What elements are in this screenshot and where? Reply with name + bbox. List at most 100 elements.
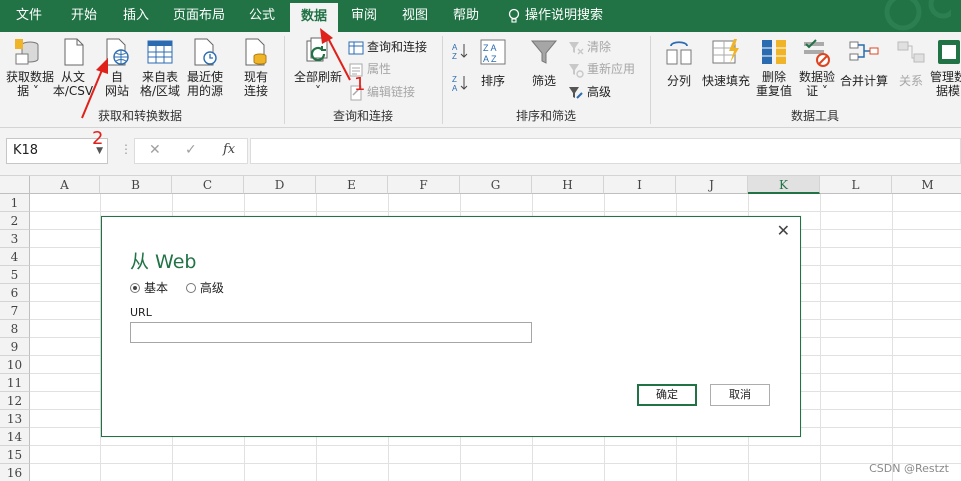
formula-buttons: ✕ ✓ fx xyxy=(134,138,248,164)
tab-home[interactable]: 开始 xyxy=(58,0,110,32)
column-header-m[interactable]: M xyxy=(892,176,961,194)
radio-advanced[interactable]: 高级 xyxy=(185,279,224,296)
formula-input[interactable] xyxy=(250,138,961,164)
svg-text:A Z: A Z xyxy=(483,54,497,64)
confirm-entry-icon[interactable]: ✓ xyxy=(185,142,197,158)
refresh-all-button[interactable]: 全部刷新 ˅ xyxy=(292,36,344,98)
column-header-b[interactable]: B xyxy=(100,176,172,194)
column-header-e[interactable]: E xyxy=(316,176,388,194)
row-header-4[interactable]: 4 xyxy=(0,248,30,266)
consolidate-button[interactable]: 合并计算 xyxy=(838,36,890,88)
tab-insert[interactable]: 插入 xyxy=(110,0,162,32)
row-header-9[interactable]: 9 xyxy=(0,338,30,356)
flash-fill-button[interactable]: 快速填充 xyxy=(700,36,752,88)
tell-me-search[interactable]: 操作说明搜索 xyxy=(525,0,615,32)
reapply-button[interactable]: 重新应用 xyxy=(568,59,635,79)
clear-filter-button[interactable]: 清除 xyxy=(568,37,611,57)
group-separator xyxy=(650,36,651,124)
sort-button[interactable]: Z A A Z 排序 xyxy=(474,36,512,88)
row-header-10[interactable]: 10 xyxy=(0,356,30,374)
insert-function-icon[interactable]: fx xyxy=(223,142,235,157)
svg-text:Z: Z xyxy=(452,52,457,60)
filter-button[interactable]: 筛选 xyxy=(526,36,562,88)
remove-duplicates-icon xyxy=(762,40,786,64)
step-1-annotation: 1 xyxy=(354,74,366,95)
ok-button[interactable]: 确定 xyxy=(637,384,697,406)
get-data-button[interactable]: 获取数据 据 ˅ xyxy=(6,36,54,98)
tab-data[interactable]: 数据 xyxy=(290,3,338,32)
close-icon[interactable]: ✕ xyxy=(777,221,790,240)
row-header-3[interactable]: 3 xyxy=(0,230,30,248)
remove-duplicates-button[interactable]: 删除 重复值 xyxy=(754,36,794,98)
data-validation-button[interactable]: 数据验 证 ˅ xyxy=(796,36,838,98)
select-all-corner[interactable] xyxy=(0,176,30,194)
advanced-filter-icon xyxy=(569,86,583,99)
table-icon xyxy=(147,40,173,64)
cancel-entry-icon[interactable]: ✕ xyxy=(149,142,161,158)
group-label-data-tools: 数据工具 xyxy=(790,109,839,123)
column-header-f[interactable]: F xyxy=(388,176,460,194)
tab-file[interactable]: 文件 xyxy=(0,0,58,32)
column-header-k[interactable]: K xyxy=(748,176,820,194)
svg-text:Z A: Z A xyxy=(483,43,497,53)
formula-bar-splitter[interactable]: ⋮ xyxy=(120,142,132,160)
group-label-sort-filter: 排序和筛选 xyxy=(515,109,576,123)
data-model-icon xyxy=(938,40,960,64)
lightbulb-icon xyxy=(508,8,520,23)
row-header-8[interactable]: 8 xyxy=(0,320,30,338)
row-header-1[interactable]: 1 xyxy=(0,194,30,212)
tab-page-layout[interactable]: 页面布局 xyxy=(162,0,236,32)
from-web-button[interactable]: 自 网站 xyxy=(98,36,136,98)
svg-text:Z: Z xyxy=(452,75,457,84)
recent-sources-button[interactable]: 最近使 用的源 xyxy=(183,36,227,98)
ribbon: 获取数据 据 ˅ 从文 本/CSV 自 网站 来自表 格/区域 最近使 用的源 … xyxy=(0,32,961,128)
row-header-15[interactable]: 15 xyxy=(0,446,30,464)
row-header-2[interactable]: 2 xyxy=(0,212,30,230)
row-header-14[interactable]: 14 xyxy=(0,428,30,446)
svg-text:A: A xyxy=(452,43,458,52)
column-header-a[interactable]: A xyxy=(30,176,100,194)
menu-bar: 文件 开始 插入 页面布局 公式 数据 审阅 视图 帮助 操作说明搜索 xyxy=(0,0,961,32)
background-logo-icon xyxy=(884,0,951,31)
column-header-i[interactable]: I xyxy=(604,176,676,194)
row-header-6[interactable]: 6 xyxy=(0,284,30,302)
clear-filter-icon xyxy=(569,41,584,54)
column-header-g[interactable]: G xyxy=(460,176,532,194)
sort-dialog-icon: Z A A Z xyxy=(480,39,506,65)
reapply-icon xyxy=(569,63,584,78)
row-header-16[interactable]: 16 xyxy=(0,464,30,481)
radio-basic[interactable]: 基本 xyxy=(130,279,168,296)
tab-help[interactable]: 帮助 xyxy=(440,0,492,32)
column-header-h[interactable]: H xyxy=(532,176,604,194)
row-header-7[interactable]: 7 xyxy=(0,302,30,320)
from-text-csv-button[interactable]: 从文 本/CSV xyxy=(50,36,96,98)
formula-bar: K18 ▼ ⋮ ✕ ✓ fx xyxy=(0,128,961,176)
refresh-icon xyxy=(306,37,328,62)
column-header-l[interactable]: L xyxy=(820,176,892,194)
queries-connections-button[interactable]: 查询和连接 xyxy=(348,37,427,57)
column-header-j[interactable]: J xyxy=(676,176,748,194)
text-to-columns-button[interactable]: 分列 xyxy=(660,36,698,88)
relationships-icon xyxy=(897,41,925,63)
existing-connections-button[interactable]: 现有 连接 xyxy=(236,36,276,98)
row-header-11[interactable]: 11 xyxy=(0,374,30,392)
column-header-d[interactable]: D xyxy=(244,176,316,194)
advanced-filter-button[interactable]: 高级 xyxy=(568,82,611,102)
row-header-13[interactable]: 13 xyxy=(0,410,30,428)
relationships-button[interactable]: 关系 xyxy=(892,36,930,88)
tab-review[interactable]: 审阅 xyxy=(338,0,390,32)
manage-data-model-button[interactable]: 管理数 据模 xyxy=(930,36,961,98)
cancel-button[interactable]: 取消 xyxy=(710,384,770,406)
row-header-12[interactable]: 12 xyxy=(0,392,30,410)
group-separator xyxy=(442,36,443,124)
sort-za-icon[interactable]: Z A xyxy=(452,74,468,92)
url-input[interactable] xyxy=(130,322,532,343)
tab-view[interactable]: 视图 xyxy=(390,0,440,32)
column-header-c[interactable]: C xyxy=(172,176,244,194)
row-header-5[interactable]: 5 xyxy=(0,266,30,284)
from-table-range-button[interactable]: 来自表 格/区域 xyxy=(138,36,182,98)
queries-pane-icon xyxy=(348,41,364,54)
sort-az-icon[interactable]: A Z xyxy=(452,42,468,60)
tab-formulas[interactable]: 公式 xyxy=(236,0,288,32)
flash-fill-icon xyxy=(712,39,739,64)
